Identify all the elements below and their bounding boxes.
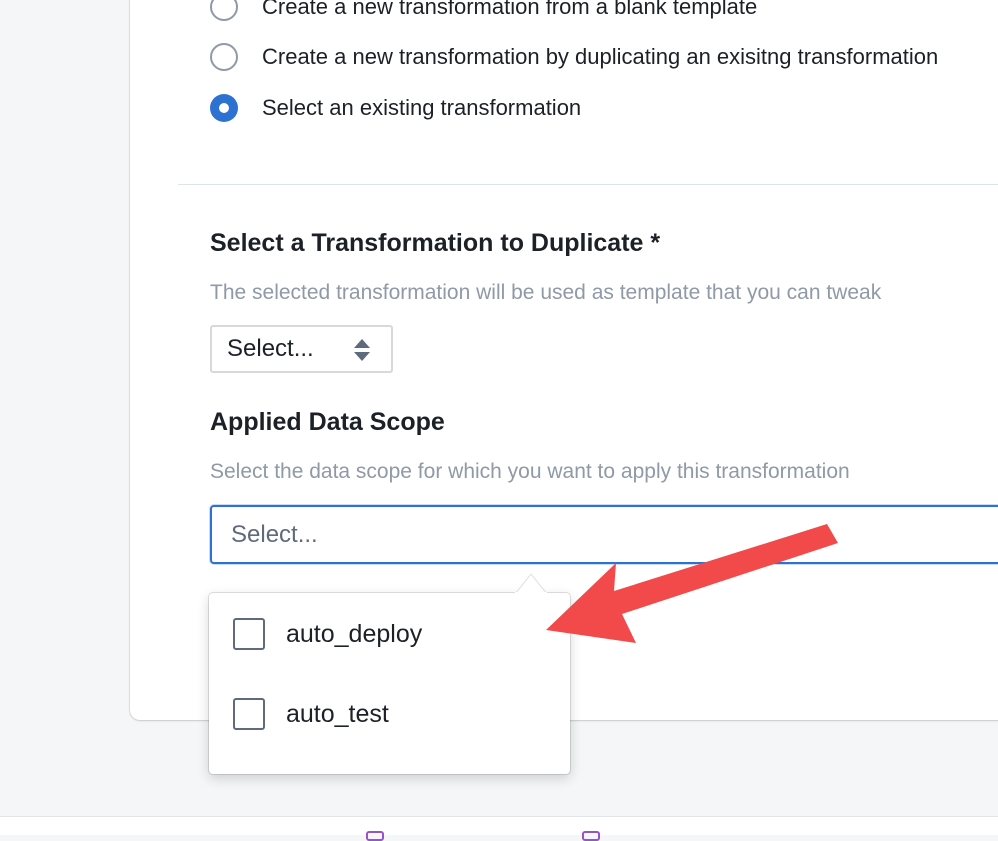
dropdown-option-auto-deploy[interactable]: auto_deploy [233,614,422,654]
checkbox[interactable] [233,618,265,650]
radio-label: Create a new transformation by duplicati… [262,44,939,69]
option-label: auto_test [286,699,389,728]
data-scope-placeholder: Select... [231,520,318,548]
data-scope-dropdown: auto_deploy auto_test [209,593,570,774]
radio-button[interactable] [210,43,238,71]
scope-section-description: Select the data scope for which you want… [210,460,850,483]
checkbox[interactable] [233,698,265,730]
double-caret-vertical-icon [354,339,370,361]
popover-arrow-icon [515,573,547,594]
radio-blank-template[interactable]: Create a new transformation from a blank… [210,0,757,23]
dropdown-option-auto-test[interactable]: auto_test [233,694,389,734]
data-scope-multiselect[interactable]: Select... [210,505,998,564]
section-divider [178,184,998,185]
radio-button[interactable] [210,0,238,21]
transformation-select-value: Select... [227,335,314,362]
bookmark-icon [366,831,384,841]
transformation-select[interactable]: Select... [210,325,393,373]
radio-duplicate-existing[interactable]: Create a new transformation by duplicati… [210,41,938,73]
option-label: auto_deploy [286,619,423,648]
radio-button-checked[interactable] [210,94,238,122]
radio-select-existing[interactable]: Select an existing transformation [210,92,581,124]
scope-section-heading: Applied Data Scope [210,408,445,436]
bookmark-icon [582,831,600,841]
bottom-toolbar [0,816,998,841]
duplicate-section-description: The selected transformation will be used… [210,281,882,304]
radio-label: Create a new transformation from a blank… [262,0,758,19]
radio-label: Select an existing transformation [262,95,582,120]
duplicate-section-heading: Select a Transformation to Duplicate * [210,229,661,257]
